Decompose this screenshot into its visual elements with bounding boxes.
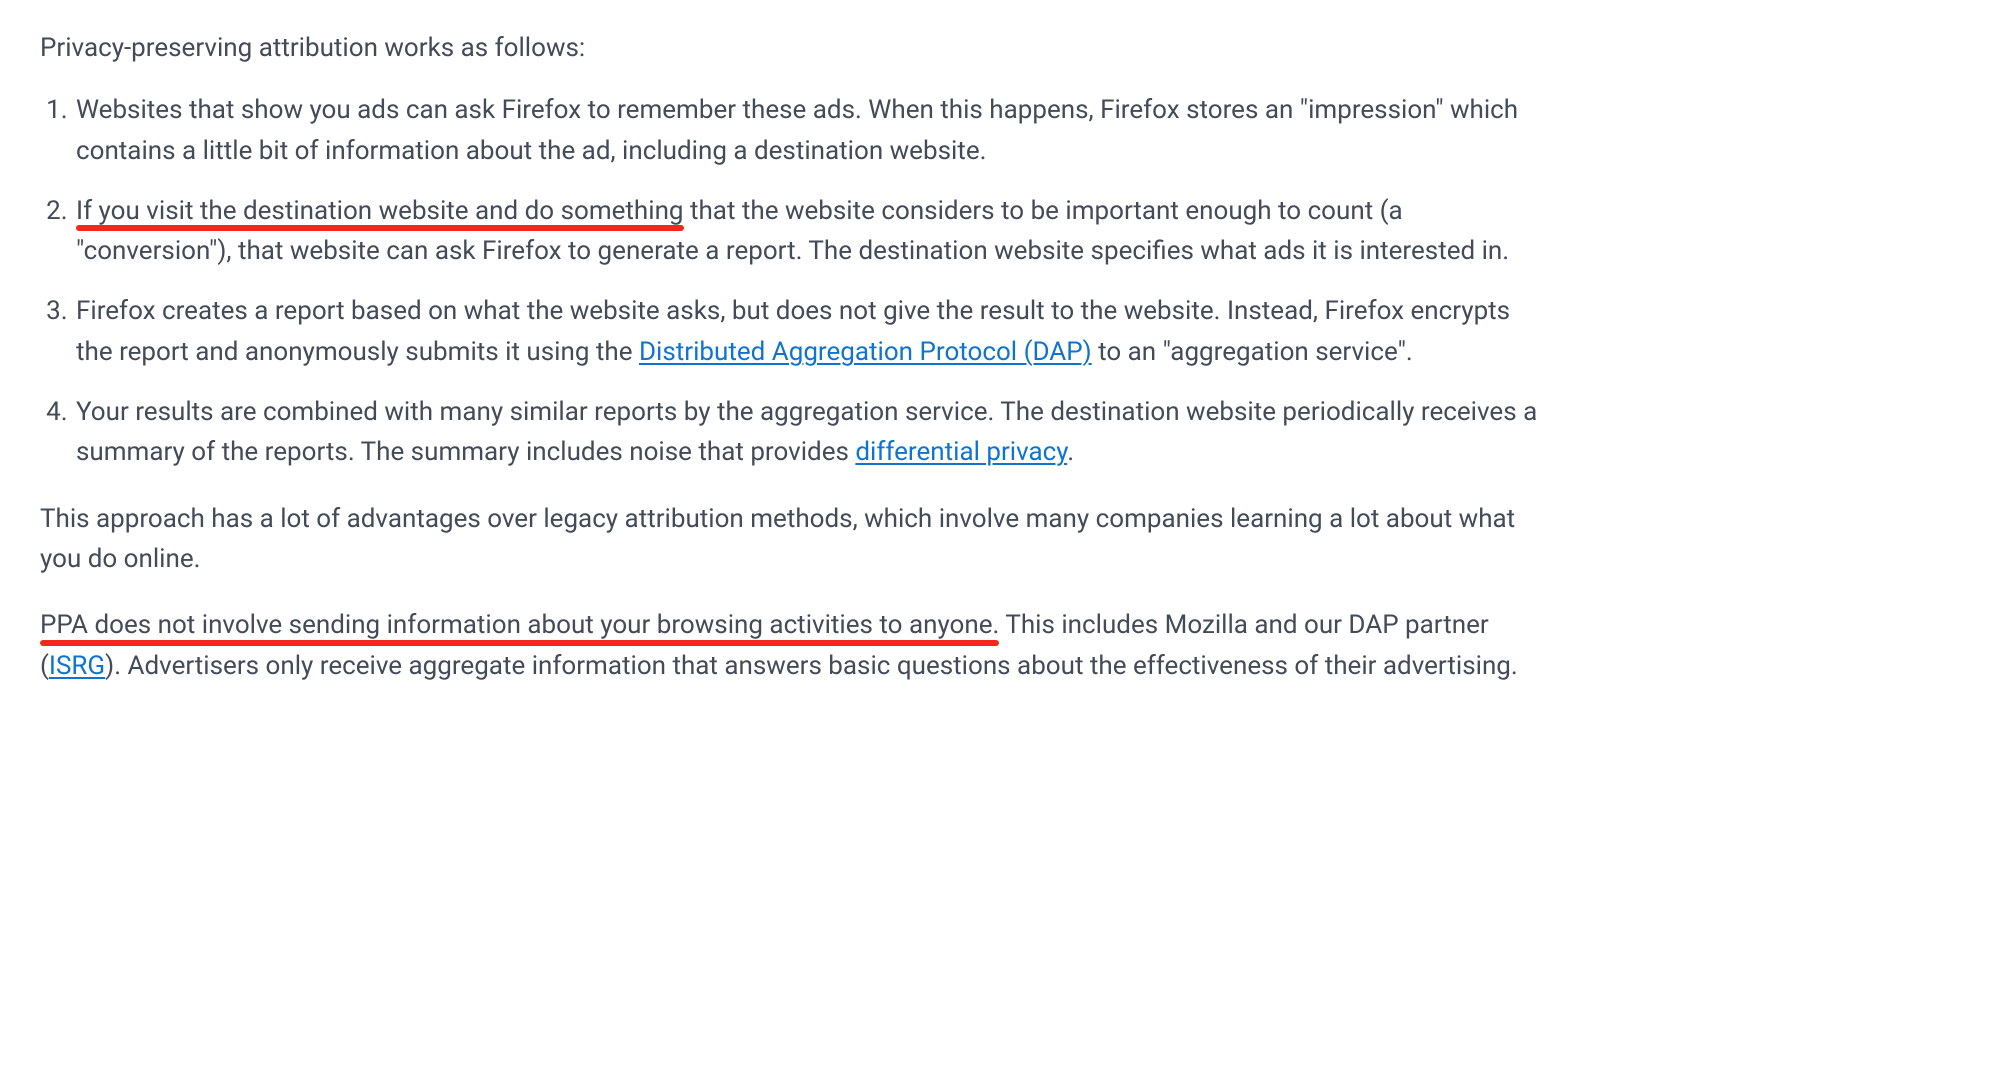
advantages-paragraph: This approach has a lot of advantages ov… [40, 499, 1540, 580]
closing-paragraph: PPA does not involve sending information… [40, 605, 1540, 686]
step-3-pre: Firefox creates a report based on what t… [76, 296, 1324, 326]
step-3: Firefox creates a report based on what t… [74, 291, 1540, 372]
differential-privacy-link[interactable]: differential privacy [855, 437, 1067, 467]
step-2: If you visit the destination website and… [74, 191, 1540, 272]
step-4-post: . [1067, 437, 1074, 467]
step-4-pre: Your results are combined with many simi… [76, 397, 1537, 467]
isrg-link[interactable]: ISRG [49, 651, 105, 681]
step-3-mid: it using the [499, 337, 639, 367]
step-1: Websites that show you ads can ask Firef… [74, 90, 1540, 171]
closing-underlined: PPA does not involve sending information… [40, 610, 999, 640]
step-3-post: to an "aggregation service". [1092, 337, 1413, 367]
closing-post: ). Advertisers only receive aggregate in… [105, 651, 1518, 681]
dap-link[interactable]: Distributed Aggregation Protocol (DAP) [639, 337, 1092, 367]
intro-paragraph: Privacy-preserving attribution works as … [40, 28, 1540, 68]
step-1-text: Websites that show you ads can ask Firef… [76, 95, 1518, 165]
steps-list: Websites that show you ads can ask Firef… [40, 90, 1540, 472]
step-4: Your results are combined with many simi… [74, 392, 1540, 473]
step-2-underlined: If you visit the destination website and… [76, 196, 684, 226]
